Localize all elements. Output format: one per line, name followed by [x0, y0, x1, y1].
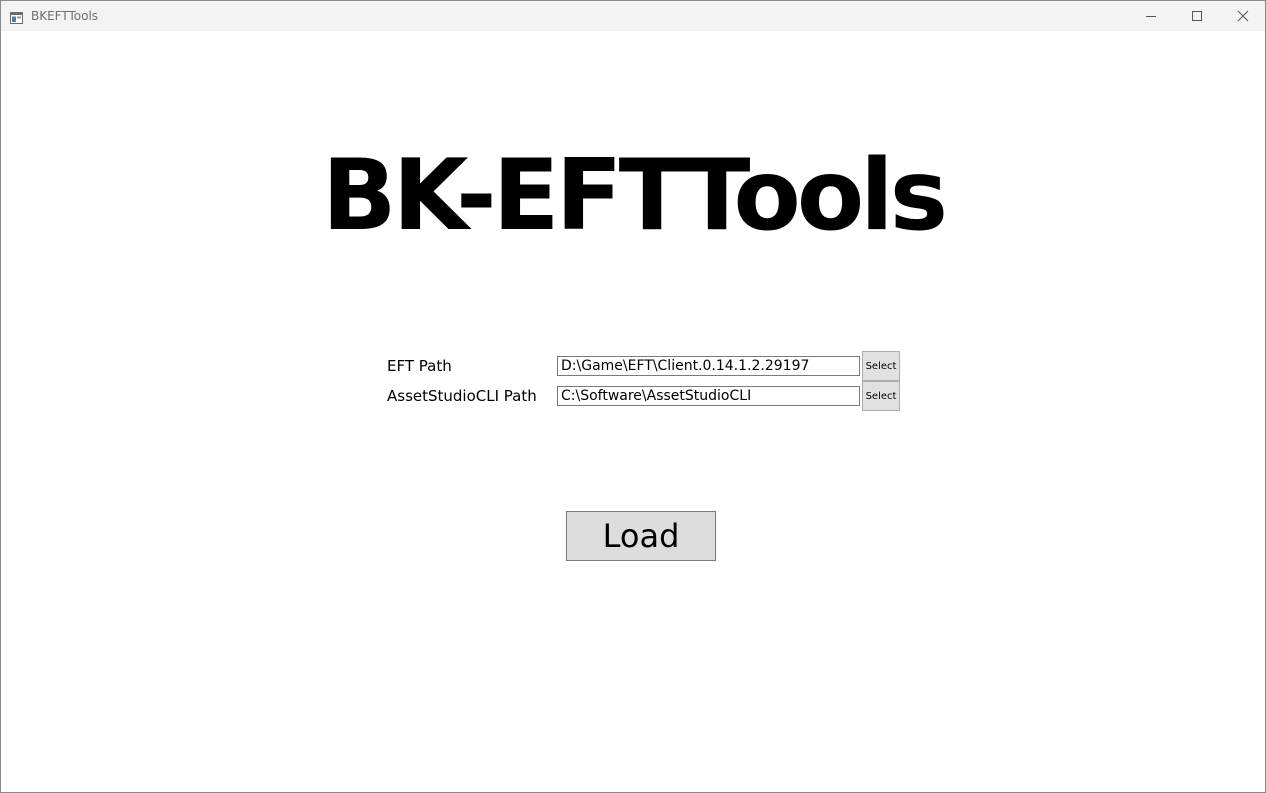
minimize-button[interactable] — [1128, 1, 1174, 31]
maximize-button[interactable] — [1174, 1, 1220, 31]
load-button[interactable]: Load — [566, 511, 716, 561]
assetstudiocli-path-select-button[interactable]: Select — [862, 381, 900, 411]
eft-path-select-button[interactable]: Select — [862, 351, 900, 381]
app-window: BKEFTTools BK-EFTTools EFT Path Select A… — [0, 0, 1266, 793]
eft-path-input[interactable] — [557, 356, 860, 376]
close-icon — [1237, 10, 1249, 22]
maximize-icon — [1192, 11, 1202, 21]
close-button[interactable] — [1220, 1, 1265, 31]
title-bar[interactable]: BKEFTTools — [1, 1, 1265, 31]
window-title: BKEFTTools — [31, 9, 99, 23]
assetstudiocli-path-input[interactable] — [557, 386, 860, 406]
app-window-icon — [10, 9, 23, 24]
minimize-icon — [1146, 16, 1156, 17]
assetstudiocli-path-label: AssetStudioCLI Path — [387, 387, 537, 405]
app-title: BK-EFTTools — [321, 139, 948, 253]
eft-path-label: EFT Path — [387, 357, 452, 375]
